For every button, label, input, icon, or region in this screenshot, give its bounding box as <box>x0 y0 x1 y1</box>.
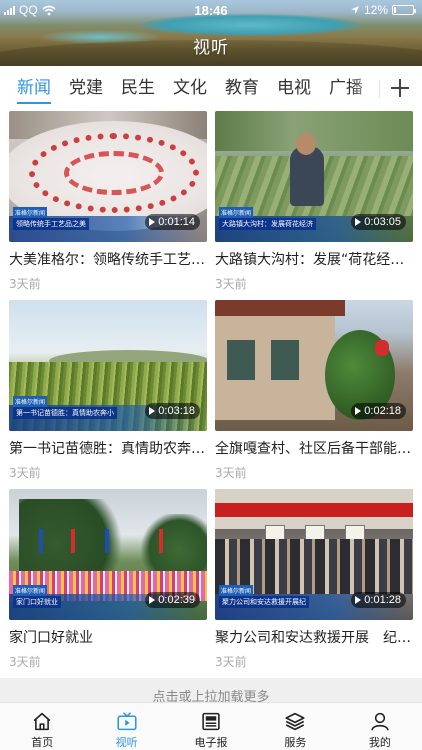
newspaper-icon <box>202 712 220 731</box>
home-icon <box>33 712 51 731</box>
category-tabs: 新闻 党建 民生 文化 教育 电视 广播 <box>0 66 422 110</box>
video-thumbnail[interactable]: 准格尔新闻 聚力公司和安达救援开展纪 0:01:28 <box>215 489 413 620</box>
video-time: 3天前 <box>215 466 247 480</box>
add-channel-button[interactable] <box>388 76 412 100</box>
video-card[interactable]: 0:02:18 全旗嘎查村、社区后备干部能力提升 3天前 <box>215 300 413 489</box>
duration-text: 0:01:28 <box>364 594 401 606</box>
video-card[interactable]: 准格尔新闻 家门口好就业 0:02:39 家门口好就业 3天前 <box>9 489 207 678</box>
video-card[interactable]: 准格尔新闻 聚力公司和安达救援开展纪 0:01:28 聚力公司和安达救援开展 纪… <box>215 489 413 678</box>
video-card[interactable]: 准格尔新闻 领略传统手工艺品之美 0:01:14 大美准格尔：领略传统手工艺品之… <box>9 111 207 300</box>
duration-text: 0:02:18 <box>364 405 401 417</box>
video-title[interactable]: 全旗嘎查村、社区后备干部能力提升 <box>215 439 413 459</box>
duration-text: 0:03:05 <box>364 216 401 228</box>
video-thumbnail[interactable]: 0:02:18 <box>215 300 413 431</box>
station-label: 准格尔新闻 <box>13 396 48 407</box>
video-thumbnail[interactable]: 准格尔新闻 第一书记苗德胜：真情助农奔小 0:03:18 <box>9 300 207 431</box>
video-caption: 领略传统手工艺品之美 <box>13 218 89 230</box>
video-time: 3天前 <box>9 277 41 291</box>
nav-label: 首页 <box>31 736 54 749</box>
nav-item-newspaper[interactable]: 电子报 <box>169 703 253 750</box>
nav-label: 电子报 <box>194 736 228 749</box>
video-caption: 大路镇大沟村：发展荷花经济 <box>219 218 316 230</box>
page-title: 视听 <box>193 38 229 58</box>
video-time: 3天前 <box>9 466 41 480</box>
play-icon <box>149 407 156 415</box>
nav-item-profile[interactable]: 我的 <box>338 703 422 750</box>
tab-item[interactable]: 电视 <box>277 66 311 110</box>
duration-badge: 0:02:18 <box>351 403 406 419</box>
station-label: 准格尔新闻 <box>13 207 48 218</box>
play-icon <box>355 407 362 415</box>
nav-label: 我的 <box>368 736 391 749</box>
video-title[interactable]: 大美准格尔：领略传统手工艺品之美 <box>9 250 207 270</box>
status-right: 12% <box>350 3 416 17</box>
video-time: 3天前 <box>9 655 41 669</box>
video-title[interactable]: 聚力公司和安达救援开展 纪念中国人民抗日战争胜利75周年 <box>215 628 413 648</box>
tab-item[interactable]: 新闻 <box>17 66 51 110</box>
duration-badge: 0:03:05 <box>351 214 406 230</box>
video-title[interactable]: 大路镇大沟村：发展“荷花经济”赋能乡村振兴 <box>215 250 413 270</box>
play-icon <box>149 596 156 604</box>
duration-text: 0:02:39 <box>158 594 195 606</box>
tab-item[interactable]: 党建 <box>69 66 103 110</box>
station-label: 准格尔新闻 <box>219 585 254 596</box>
load-more-button[interactable]: 点击或上拉加载更多 <box>0 678 422 702</box>
tab-item[interactable]: 民生 <box>121 66 155 110</box>
play-icon <box>355 218 362 226</box>
video-caption: 聚力公司和安达救援开展纪 <box>219 596 309 608</box>
video-title[interactable]: 第一书记苗德胜：真情助农奔小康 <box>9 439 207 459</box>
nav-item-video[interactable]: 视听 <box>84 703 168 750</box>
video-icon <box>117 712 137 731</box>
location-icon <box>350 6 359 14</box>
video-card[interactable]: 准格尔新闻 大路镇大沟村：发展荷花经济 0:03:05 大路镇大沟村：发展“荷花… <box>215 111 413 300</box>
tab-fade <box>350 66 380 110</box>
tab-list: 新闻 党建 民生 文化 教育 电视 广播 <box>0 66 380 110</box>
play-icon <box>355 596 362 604</box>
duration-text: 0:03:18 <box>158 405 195 417</box>
user-icon <box>371 712 389 731</box>
nav-item-services[interactable]: 服务 <box>253 703 337 750</box>
tab-item[interactable]: 文化 <box>173 66 207 110</box>
video-caption: 家门口好就业 <box>13 596 61 608</box>
station-label: 准格尔新闻 <box>13 585 48 596</box>
video-title[interactable]: 家门口好就业 <box>9 628 207 648</box>
video-time: 3天前 <box>215 277 247 291</box>
video-thumbnail[interactable]: 准格尔新闻 家门口好就业 0:02:39 <box>9 489 207 620</box>
tabs-divider <box>379 80 380 98</box>
layers-icon <box>285 712 305 731</box>
duration-badge: 0:01:28 <box>351 592 406 608</box>
duration-badge: 0:03:18 <box>145 403 200 419</box>
duration-badge: 0:02:39 <box>145 592 200 608</box>
duration-text: 0:01:14 <box>158 216 195 228</box>
video-grid: 准格尔新闻 领略传统手工艺品之美 0:01:14 大美准格尔：领略传统手工艺品之… <box>9 111 415 678</box>
battery-percent: 12% <box>363 3 388 17</box>
video-time: 3天前 <box>215 655 247 669</box>
nav-label: 服务 <box>284 736 307 749</box>
video-caption: 第一书记苗德胜：真情助农奔小 <box>13 407 117 419</box>
video-card[interactable]: 准格尔新闻 第一书记苗德胜：真情助农奔小 0:03:18 第一书记苗德胜：真情助… <box>9 300 207 489</box>
nav-label: 视听 <box>115 736 138 749</box>
status-bar: QQ 18:46 12% <box>0 0 422 20</box>
header-banner: QQ 18:46 12% 视听 <box>0 0 422 66</box>
video-thumbnail[interactable]: 准格尔新闻 领略传统手工艺品之美 0:01:14 <box>9 111 207 242</box>
video-thumbnail[interactable]: 准格尔新闻 大路镇大沟村：发展荷花经济 0:03:05 <box>215 111 413 242</box>
play-icon <box>149 218 156 226</box>
battery-icon <box>392 5 416 15</box>
tab-item[interactable]: 教育 <box>225 66 259 110</box>
duration-badge: 0:01:14 <box>145 214 200 230</box>
bottom-nav: 首页 视听 电子报 服务 我的 <box>0 702 422 750</box>
station-label: 准格尔新闻 <box>219 207 254 218</box>
nav-item-home[interactable]: 首页 <box>0 703 84 750</box>
